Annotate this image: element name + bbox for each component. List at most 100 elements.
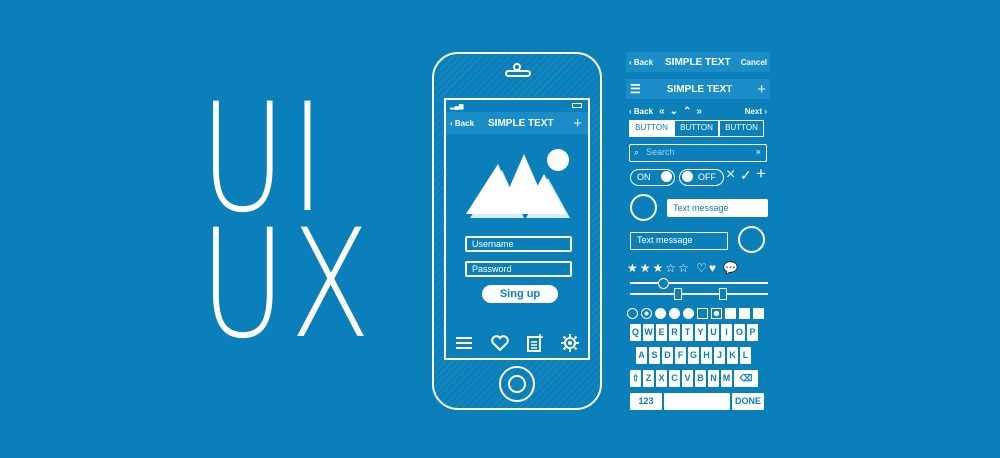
radio-filled-icon[interactable] (669, 308, 680, 319)
key[interactable]: D (662, 347, 673, 364)
plus-icon[interactable]: + (756, 164, 766, 184)
signup-button[interactable]: Sing up (482, 285, 558, 303)
search-input[interactable]: ⌕ Search × (629, 144, 767, 162)
checkbox-icon[interactable] (697, 308, 708, 319)
kit-nav-title-2: SIMPLE TEXT (666, 83, 733, 95)
key[interactable]: L (740, 347, 751, 364)
phone-screen: ▂▄▆ ‹ Back SIMPLE TEXT + Username Passwo… (444, 98, 590, 360)
nav-title: SIMPLE TEXT (488, 117, 554, 129)
landscape-image-icon (466, 149, 570, 218)
heart-icon[interactable] (491, 335, 509, 351)
kit-next-button[interactable]: Next › (745, 107, 767, 116)
key[interactable]: U (708, 324, 719, 341)
radio-icon[interactable] (627, 308, 638, 319)
headline-ux: UX (200, 198, 376, 372)
tab-bar (446, 328, 588, 358)
clear-icon[interactable]: × (756, 145, 761, 160)
toggle-knob (661, 171, 672, 182)
search-placeholder: Search (646, 147, 675, 157)
check-icon[interactable]: ✓ (740, 167, 752, 184)
toggle-knob (682, 171, 693, 182)
search-icon: ⌕ (634, 147, 640, 157)
backspace-key[interactable]: ⌫ (734, 370, 758, 387)
username-field[interactable]: Username (465, 236, 572, 252)
kit-cancel-button[interactable]: Cancel (741, 58, 767, 67)
kit-back-button-2[interactable]: ‹ Back (629, 107, 653, 116)
checkbox-checked-icon[interactable] (739, 308, 750, 319)
chat-icon: 💬 (723, 261, 741, 275)
key[interactable]: S (649, 347, 660, 364)
checkbox-checked-icon[interactable] (725, 308, 736, 319)
segmented-control: BUTTON BUTTON BUTTON (629, 120, 764, 137)
space-key[interactable] (664, 393, 730, 410)
segment-2[interactable]: BUTTON (674, 120, 719, 137)
keyboard-row-2: A S D F G H J K L (636, 347, 751, 364)
phone-nav-bar: ‹ Back SIMPLE TEXT + (446, 112, 588, 134)
key[interactable]: F (675, 347, 686, 364)
back-button[interactable]: ‹ Back (450, 119, 474, 128)
key[interactable]: Q (630, 324, 641, 341)
segment-3[interactable]: BUTTON (719, 120, 764, 137)
kit-back-button[interactable]: ‹ Back (629, 58, 653, 67)
range-knob-right[interactable] (719, 288, 727, 300)
keyboard-row-3: ⇧ Z X C V B N M ⌫ (630, 370, 758, 387)
checkbox-x-icon[interactable] (753, 308, 764, 319)
menu-icon[interactable]: ☰ (630, 82, 641, 96)
key[interactable]: I (721, 324, 732, 341)
key[interactable]: G (688, 347, 699, 364)
gear-icon[interactable] (561, 334, 579, 352)
toggle-off[interactable]: OFF (679, 169, 724, 186)
kit-back-label-2: Back (633, 106, 654, 116)
key[interactable]: K (727, 347, 738, 364)
key[interactable]: X (656, 370, 667, 387)
home-button[interactable] (499, 366, 535, 402)
key[interactable]: T (682, 324, 693, 341)
range-slider-track[interactable] (630, 293, 768, 295)
key[interactable]: V (682, 370, 693, 387)
speaker-icon (505, 70, 531, 77)
radio-filled-icon[interactable] (655, 308, 666, 319)
kit-back-label: Back (633, 57, 654, 67)
range-knob-left[interactable] (674, 288, 682, 300)
kit-nav-bar-3: ‹ Back «⌄⌃» Next › (626, 104, 770, 118)
key[interactable]: W (643, 324, 654, 341)
slider-knob[interactable] (658, 278, 669, 289)
notes-icon[interactable] (527, 334, 543, 352)
key[interactable]: O (734, 324, 745, 341)
slider-track[interactable] (630, 282, 768, 284)
toggle-on-label: ON (637, 172, 651, 182)
done-key[interactable]: DONE (732, 393, 764, 410)
key[interactable]: N (708, 370, 719, 387)
rating-stars[interactable]: ★★★☆☆ ♡♥ 💬 (627, 261, 740, 275)
message-bubble-out: Text message (630, 232, 728, 250)
key[interactable]: A (636, 347, 647, 364)
key[interactable]: E (656, 324, 667, 341)
key[interactable]: H (701, 347, 712, 364)
radio-checked-icon[interactable] (641, 308, 652, 319)
key[interactable]: J (714, 347, 725, 364)
add-button[interactable]: + (573, 115, 582, 132)
kit-nav-bar-1: ‹ Back SIMPLE TEXT Cancel (626, 52, 770, 72)
kit-next-label: Next (744, 106, 763, 116)
toggle-on[interactable]: ON (630, 169, 675, 186)
status-bar: ▂▄▆ (446, 100, 588, 112)
numbers-key[interactable]: 123 (630, 393, 662, 410)
checkbox-partial-icon[interactable] (711, 308, 722, 319)
menu-icon[interactable] (455, 336, 473, 350)
arrow-icons[interactable]: «⌄⌃» (659, 106, 707, 117)
key[interactable]: P (747, 324, 758, 341)
radio-filled-icon[interactable] (683, 308, 694, 319)
key[interactable]: B (695, 370, 706, 387)
checkbox-radio-row (627, 308, 764, 319)
shift-key[interactable]: ⇧ (630, 370, 641, 387)
kit-add-button[interactable]: + (757, 81, 766, 98)
close-icon[interactable]: × (726, 166, 735, 184)
segment-1[interactable]: BUTTON (629, 120, 674, 137)
password-field[interactable]: Password (465, 261, 572, 277)
key[interactable]: C (669, 370, 680, 387)
key[interactable]: Y (695, 324, 706, 341)
key[interactable]: M (721, 370, 732, 387)
key[interactable]: Z (643, 370, 654, 387)
key[interactable]: R (669, 324, 680, 341)
avatar-icon (630, 194, 657, 221)
